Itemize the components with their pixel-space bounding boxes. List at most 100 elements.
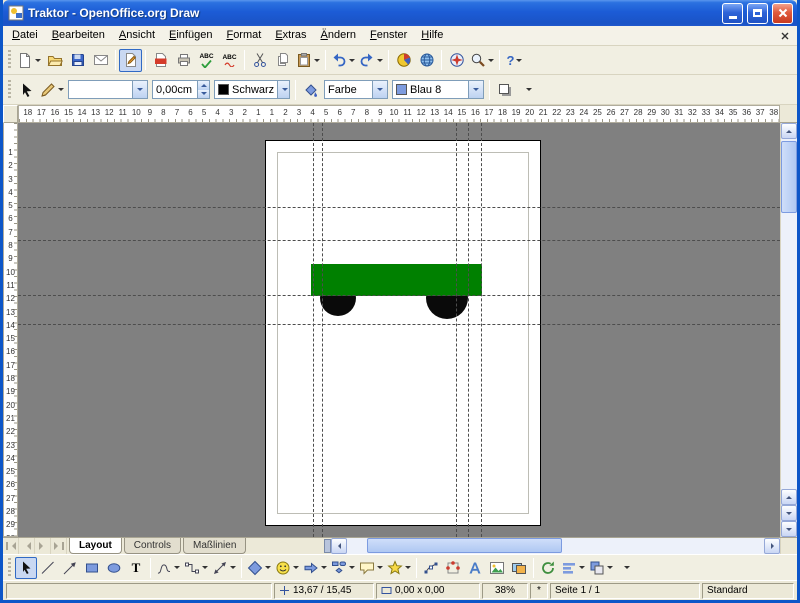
shadow-button[interactable]: [493, 78, 516, 101]
callouts-tool[interactable]: [357, 557, 385, 579]
chevron-down-icon[interactable]: [202, 566, 208, 569]
status-page-field[interactable]: Seite 1 / 1: [550, 583, 700, 599]
chevron-down-icon[interactable]: [405, 566, 411, 569]
scroll-right-button[interactable]: [764, 538, 780, 554]
chevron-down-icon[interactable]: [314, 59, 320, 62]
area-dialog-button[interactable]: [299, 78, 322, 101]
status-position-field[interactable]: 13,67 / 15,45: [274, 583, 374, 599]
snap-guide-vertical[interactable]: [456, 123, 457, 537]
horizontal-scroll-thumb[interactable]: [367, 538, 562, 553]
chevron-down-icon[interactable]: [377, 566, 383, 569]
chevron-down-icon[interactable]: [579, 566, 585, 569]
snap-guide-horizontal[interactable]: [18, 207, 780, 208]
rotate-button[interactable]: [537, 557, 559, 579]
alignment-button[interactable]: [559, 557, 587, 579]
fill-style-combo[interactable]: Farbe: [324, 80, 388, 99]
vertical-ruler[interactable]: 1234567891011121314151617181920212223242…: [3, 123, 18, 537]
menu-item[interactable]: Ansicht: [112, 26, 162, 45]
save-button[interactable]: [66, 49, 89, 72]
line-dialog-button[interactable]: [15, 78, 38, 101]
chevron-down-icon[interactable]: [132, 81, 147, 98]
ruler-origin-button[interactable]: [3, 105, 18, 123]
chevron-down-icon[interactable]: [174, 566, 180, 569]
arrow-tool[interactable]: [59, 557, 81, 579]
minimize-button[interactable]: [722, 3, 743, 24]
zoom-button[interactable]: [468, 49, 496, 72]
stars-tool[interactable]: [385, 557, 413, 579]
chevron-down-icon[interactable]: [349, 566, 355, 569]
line-style-combo[interactable]: [68, 80, 148, 99]
tab-masslinien[interactable]: Maßlinien: [183, 538, 246, 554]
menu-item[interactable]: Ändern: [314, 26, 363, 45]
menu-item[interactable]: Format: [219, 26, 268, 45]
scroll-track[interactable]: [347, 538, 764, 554]
snap-guide-horizontal[interactable]: [18, 295, 780, 296]
navigator-button[interactable]: [445, 49, 468, 72]
menu-item[interactable]: Datei: [5, 26, 45, 45]
previous-page-button[interactable]: [781, 489, 797, 505]
curve-tool[interactable]: [154, 557, 182, 579]
chevron-down-icon[interactable]: [35, 59, 41, 62]
connector-tool[interactable]: [182, 557, 210, 579]
chevron-down-icon[interactable]: [277, 81, 290, 98]
chevron-down-icon[interactable]: [468, 81, 483, 98]
toolbar-grip[interactable]: [8, 558, 11, 578]
status-style-field[interactable]: Standard: [702, 583, 794, 599]
tab-layout[interactable]: Layout: [69, 538, 122, 554]
next-page-button[interactable]: [781, 505, 797, 521]
flowchart-tool[interactable]: [329, 557, 357, 579]
print-button[interactable]: [172, 49, 195, 72]
titlebar[interactable]: Traktor - OpenOffice.org Draw: [3, 0, 797, 26]
paste-button[interactable]: [294, 49, 322, 72]
status-size-field[interactable]: 0,00 x 0,00: [376, 583, 480, 599]
vertical-scroll-thumb[interactable]: [781, 141, 797, 213]
redo-button[interactable]: [357, 49, 385, 72]
cut-button[interactable]: [248, 49, 271, 72]
chevron-down-icon[interactable]: [349, 59, 355, 62]
snap-guide-vertical[interactable]: [481, 123, 482, 537]
edit-file-button[interactable]: [119, 49, 142, 72]
help-button[interactable]: ?: [503, 49, 526, 72]
autospellcheck-button[interactable]: ABC: [218, 49, 241, 72]
arrow-style-button[interactable]: [38, 78, 66, 101]
fill-color-combo[interactable]: Blau 8: [392, 80, 484, 99]
next-tab-button[interactable]: [35, 538, 51, 554]
line-width-field[interactable]: 0,00cm: [152, 80, 210, 99]
fontwork-button[interactable]: [464, 557, 486, 579]
snap-guide-horizontal[interactable]: [18, 324, 780, 325]
select-tool[interactable]: [15, 557, 37, 579]
ellipse-tool[interactable]: [103, 557, 125, 579]
chevron-down-icon[interactable]: [321, 566, 327, 569]
lines-and-arrows-tool[interactable]: [210, 557, 238, 579]
document-as-email-button[interactable]: [89, 49, 112, 72]
drawing-canvas[interactable]: [18, 123, 780, 537]
spellcheck-button[interactable]: ABC: [195, 49, 218, 72]
toolbar-grip[interactable]: [8, 80, 11, 100]
open-button[interactable]: [43, 49, 66, 72]
chevron-down-icon[interactable]: [488, 59, 494, 62]
block-arrows-tool[interactable]: [301, 557, 329, 579]
chevron-down-icon[interactable]: [58, 88, 64, 91]
scroll-down-button[interactable]: [781, 521, 797, 537]
new-document-button[interactable]: [15, 49, 43, 72]
chevron-down-icon[interactable]: [230, 566, 236, 569]
line-width-stepper[interactable]: [197, 81, 209, 98]
horizontal-scrollbar[interactable]: [331, 538, 780, 554]
close-button[interactable]: [772, 3, 793, 24]
toolbar-options-button[interactable]: [516, 78, 539, 101]
menu-item[interactable]: Einfügen: [162, 26, 219, 45]
chevron-down-icon[interactable]: [516, 59, 522, 62]
toolbar-options-button[interactable]: [615, 557, 637, 579]
first-tab-button[interactable]: [3, 538, 19, 554]
scroll-up-button[interactable]: [781, 123, 797, 139]
close-document-icon[interactable]: [777, 28, 793, 43]
maximize-button[interactable]: [747, 3, 768, 24]
chevron-down-icon[interactable]: [607, 566, 613, 569]
tab-controls[interactable]: Controls: [124, 538, 181, 554]
scroll-left-button[interactable]: [331, 538, 347, 554]
insert-picture-button[interactable]: [486, 557, 508, 579]
horizontal-ruler[interactable]: 1817161514131211109876543211234567891011…: [18, 105, 780, 123]
snap-guide-vertical[interactable]: [322, 123, 323, 537]
status-zoom-field[interactable]: 38%: [482, 583, 528, 599]
chevron-down-icon[interactable]: [377, 59, 383, 62]
